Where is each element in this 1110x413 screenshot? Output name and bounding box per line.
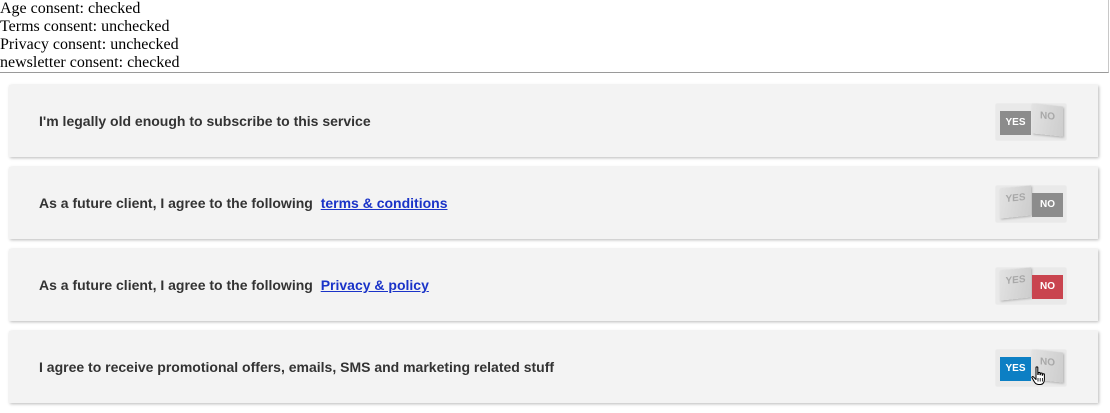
terms-conditions-link[interactable]: terms & conditions xyxy=(321,195,448,211)
newsletter-consent-text: I agree to receive promotional offers, e… xyxy=(39,359,555,375)
yes-option[interactable]: YES xyxy=(1000,185,1031,219)
age-consent-text: I'm legally old enough to subscribe to t… xyxy=(39,113,371,129)
newsletter-consent-label: I agree to receive promotional offers, e… xyxy=(39,359,554,375)
privacy-policy-link[interactable]: Privacy & policy xyxy=(321,277,429,293)
yes-option[interactable]: YES xyxy=(1000,267,1031,301)
terms-consent-toggle[interactable]: YES NO xyxy=(996,184,1068,224)
no-option[interactable]: NO xyxy=(1032,275,1063,299)
age-consent-status: Age consent: checked xyxy=(0,0,141,17)
terms-consent-status: Terms consent: unchecked xyxy=(0,18,170,35)
terms-consent-label: As a future client, I agree to the follo… xyxy=(39,195,448,211)
consent-panel-terms: As a future client, I agree to the follo… xyxy=(9,167,1098,239)
privacy-consent-toggle[interactable]: YES NO xyxy=(996,266,1068,306)
yes-option[interactable]: YES xyxy=(1000,357,1031,381)
age-consent-label: I'm legally old enough to subscribe to t… xyxy=(39,113,371,129)
consent-panel-newsletter: I agree to receive promotional offers, e… xyxy=(9,331,1098,403)
consent-status-block: Age consent: checked Terms consent: unch… xyxy=(0,0,1109,73)
privacy-consent-label: As a future client, I agree to the follo… xyxy=(39,277,429,293)
privacy-consent-text: As a future client, I agree to the follo… xyxy=(39,277,313,293)
no-option[interactable]: NO xyxy=(1032,193,1063,217)
no-option[interactable]: NO xyxy=(1032,103,1063,137)
privacy-consent-status: Privacy consent: unchecked xyxy=(0,36,179,53)
consent-panel-age: I'm legally old enough to subscribe to t… xyxy=(9,85,1098,157)
consent-panel-privacy: As a future client, I agree to the follo… xyxy=(9,249,1098,321)
hand-pointer-icon xyxy=(1031,366,1045,385)
yes-option[interactable]: YES xyxy=(1000,111,1031,135)
age-consent-toggle[interactable]: YES NO xyxy=(996,102,1068,142)
terms-consent-text: As a future client, I agree to the follo… xyxy=(39,195,313,211)
newsletter-consent-status: newsletter consent: checked xyxy=(0,54,180,71)
